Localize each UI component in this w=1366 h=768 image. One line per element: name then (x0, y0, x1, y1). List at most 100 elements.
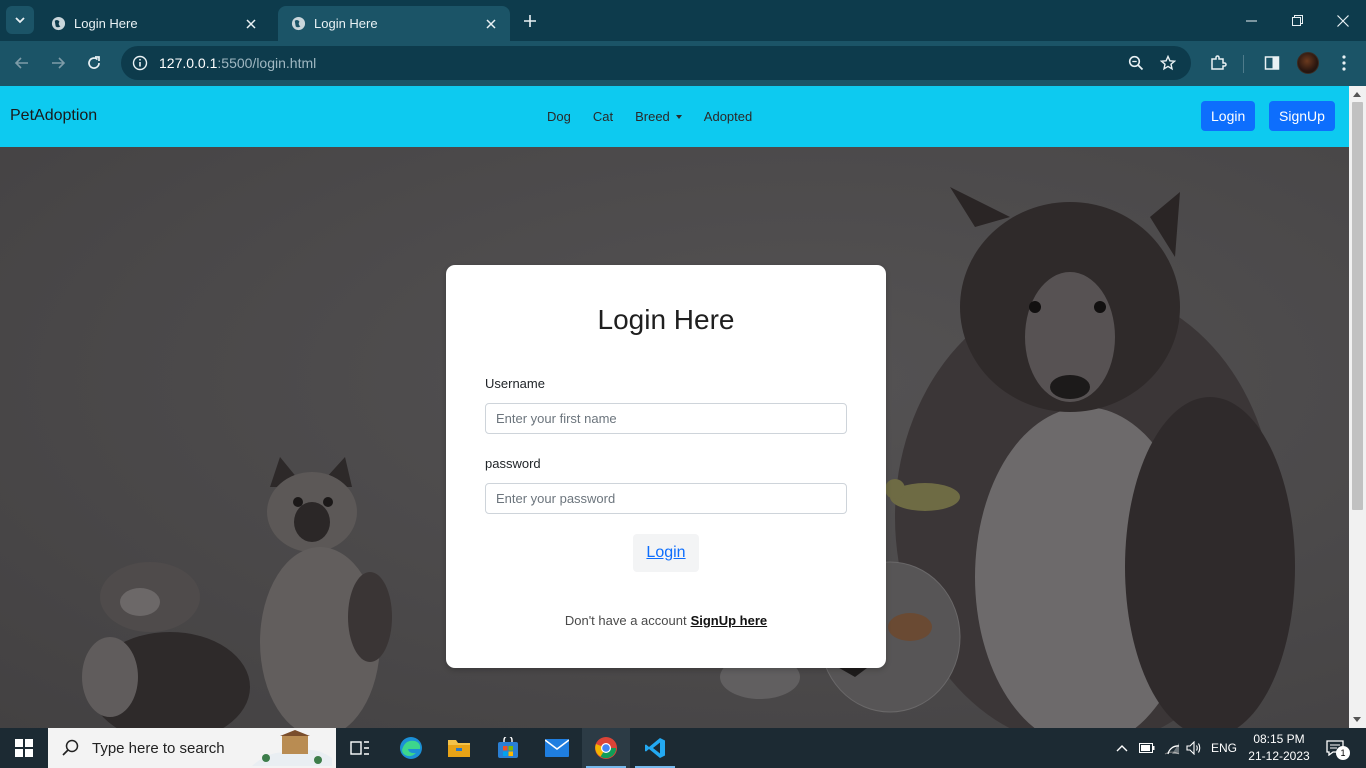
windows-logo-icon (15, 739, 33, 757)
close-icon[interactable] (242, 15, 260, 33)
language-indicator[interactable]: ENG (1208, 728, 1240, 768)
search-highlight-image (252, 730, 332, 766)
file-explorer-icon (448, 740, 470, 757)
bookmark-star-icon[interactable] (1155, 50, 1181, 76)
reload-icon (88, 56, 100, 69)
bird-image (885, 479, 960, 511)
username-input[interactable] (485, 403, 847, 434)
nav-link-cat[interactable]: Cat (593, 109, 613, 124)
vscode-app-button[interactable] (631, 728, 679, 768)
nav-link-breed-label: Breed (635, 109, 670, 124)
volume-control[interactable] (1183, 728, 1205, 768)
page-viewport: PetAdoption Dog Cat Breed Adopted Login … (0, 86, 1366, 728)
toolbar-separator (1243, 55, 1244, 73)
task-view-icon (350, 741, 369, 755)
network-status[interactable] (1161, 728, 1183, 768)
forward-button[interactable] (44, 49, 72, 77)
url-text: 127.0.0.1:5500/login.html (159, 55, 316, 71)
page-scrollbar[interactable] (1349, 86, 1366, 728)
search-icon (62, 739, 79, 756)
task-view-button[interactable] (336, 728, 384, 768)
cat-image (260, 457, 392, 728)
puzzle-icon (1211, 55, 1227, 70)
extensions-button[interactable] (1204, 49, 1232, 77)
tab-title: Login Here (314, 16, 378, 31)
close-icon (1337, 14, 1349, 27)
nav-link-dog[interactable]: Dog (547, 109, 571, 124)
side-panel-icon (1264, 56, 1280, 70)
globe-icon (50, 16, 66, 32)
nav-links: Dog Cat Breed Adopted (547, 109, 774, 124)
mail-icon (545, 739, 569, 757)
brand-logo-text[interactable]: PetAdoption (10, 107, 97, 125)
signup-prompt-text: Don't have a account (564, 613, 687, 628)
chrome-app-button[interactable] (582, 728, 630, 768)
reload-button[interactable] (80, 49, 108, 77)
browser-tab-active[interactable]: Login Here (278, 6, 510, 41)
side-panel-button[interactable] (1258, 49, 1286, 77)
arrow-right-icon (52, 57, 66, 69)
site-navbar: PetAdoption Dog Cat Breed Adopted Login … (0, 86, 1349, 147)
scroll-thumb[interactable] (1352, 102, 1363, 510)
file-explorer-button[interactable] (435, 728, 483, 768)
close-icon[interactable] (482, 15, 500, 33)
browser-tab[interactable]: Login Here (38, 6, 270, 41)
close-window-button[interactable] (1320, 0, 1366, 41)
arrow-left-icon (14, 57, 28, 69)
start-button[interactable] (0, 728, 48, 768)
tray-overflow-button[interactable] (1112, 728, 1132, 768)
restore-button[interactable] (1274, 0, 1320, 41)
menu-button[interactable] (1330, 49, 1358, 77)
store-app-button[interactable] (484, 728, 532, 768)
signup-link[interactable]: SignUp here (691, 613, 768, 628)
url-path: :5500/login.html (217, 55, 317, 71)
wifi-icon (1164, 743, 1180, 755)
navbar-login-button[interactable]: Login (1201, 101, 1256, 131)
ferret-image (82, 562, 250, 728)
password-input[interactable] (485, 483, 847, 514)
zoom-icon[interactable] (1123, 50, 1149, 76)
minimize-button[interactable] (1228, 0, 1274, 41)
password-label: password (485, 456, 541, 471)
minimize-icon (1245, 20, 1257, 22)
battery-icon (1139, 743, 1155, 753)
browser-toolbar: 127.0.0.1:5500/login.html (0, 41, 1366, 86)
taskbar-clock[interactable]: 08:15 PM 21-12-2023 (1244, 731, 1314, 765)
restore-icon (1291, 15, 1303, 26)
taskbar-search-box[interactable]: Type here to search (48, 728, 336, 768)
clock-time: 08:15 PM (1253, 732, 1305, 746)
url-host: 127.0.0.1 (159, 55, 218, 71)
address-bar[interactable]: 127.0.0.1:5500/login.html (121, 46, 1191, 80)
mail-app-button[interactable] (533, 728, 581, 768)
chevron-up-icon (1116, 745, 1128, 752)
site-info-icon[interactable] (123, 46, 157, 80)
browser-tab-strip: Login Here Login Here (0, 0, 1366, 41)
scroll-up-arrow-icon[interactable] (1353, 92, 1361, 97)
speaker-icon (1186, 741, 1201, 755)
kebab-menu-icon (1342, 55, 1346, 71)
username-label: Username (485, 376, 545, 391)
caret-down-icon (675, 114, 682, 119)
plus-icon (524, 15, 536, 27)
windows-taskbar: Type here to search ENG 08:15 PM 21-12-2… (0, 728, 1366, 768)
notification-count-badge: 1 (1336, 746, 1350, 760)
back-button[interactable] (8, 49, 36, 77)
store-icon (498, 737, 518, 758)
nav-dropdown-breed[interactable]: Breed (635, 109, 682, 124)
login-title: Login Here (597, 304, 735, 335)
navbar-signup-button[interactable]: SignUp (1269, 101, 1335, 131)
edge-app-button[interactable] (387, 728, 435, 768)
edge-icon (400, 737, 422, 759)
chrome-icon (595, 737, 617, 759)
signup-prompt: Don't have a account SignUp here (446, 613, 886, 628)
globe-icon (290, 16, 306, 32)
login-submit-button[interactable]: Login (633, 534, 699, 572)
scroll-down-arrow-icon[interactable] (1353, 717, 1361, 722)
new-tab-button[interactable] (518, 9, 542, 33)
tab-search-button[interactable] (6, 6, 34, 34)
clock-date: 21-12-2023 (1248, 749, 1310, 763)
profile-avatar[interactable] (1297, 52, 1319, 74)
nav-link-adopted[interactable]: Adopted (704, 109, 752, 124)
battery-status[interactable] (1137, 728, 1157, 768)
chevron-down-icon (15, 17, 25, 24)
